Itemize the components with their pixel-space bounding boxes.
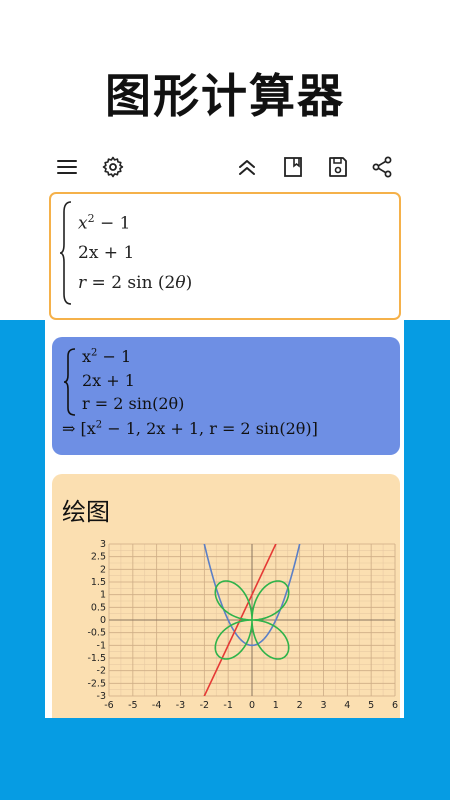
y-tick-label: 0 bbox=[100, 615, 106, 626]
x-tick-label: 3 bbox=[320, 700, 326, 711]
graph-plot[interactable]: 32.521.510.50-0.5-1-1.5-2-2.5-3-6 -5 -4 -3-… bbox=[52, 534, 400, 718]
y-tick-label: 2.5 bbox=[91, 552, 106, 563]
result-card: x2 − 1 2x + 1 r = 2 sin(2θ) ⇒ [x2 − 1, 2… bbox=[52, 337, 400, 455]
x-tick-label: 1 bbox=[273, 700, 279, 711]
gear-icon[interactable] bbox=[101, 155, 125, 179]
input-line-2: 2x + 1 bbox=[78, 243, 135, 263]
plot-card: 绘图 3 2.5 2 1.5 1 0.5 0 -0.5 -1 -1.5 -2 -2.5 -3 -6 -5 -4… bbox=[52, 474, 400, 718]
y-tick-label: 1.5 bbox=[91, 577, 106, 588]
result-line-2: 2x + 1 bbox=[82, 371, 135, 390]
toolbar bbox=[45, 142, 404, 192]
app-screen: x2 − 1 2x + 1 r = 2 sin (2θ) x2 − 1 2x +… bbox=[45, 142, 404, 718]
x-tick-label: 5 bbox=[368, 700, 374, 711]
menu-icon[interactable] bbox=[55, 155, 79, 179]
y-tick-label: 0.5 bbox=[91, 602, 106, 613]
x-tick-label: 4 bbox=[344, 700, 350, 711]
brace-icon bbox=[63, 348, 76, 416]
y-tick-label: -0.5 bbox=[87, 628, 106, 639]
x-tick-label: -3 bbox=[176, 700, 185, 711]
x-tick-label: 0 bbox=[249, 700, 255, 711]
x-tick-label: -6 bbox=[104, 700, 113, 711]
x-tick-label: -1 bbox=[223, 700, 232, 711]
result-line-3: r = 2 sin(2θ) bbox=[82, 394, 185, 413]
y-tick-label: -2 bbox=[97, 666, 106, 677]
input-line-1: x2 − 1 bbox=[78, 212, 131, 234]
promo-title: 图形计算器 bbox=[105, 69, 345, 123]
brace-icon bbox=[59, 201, 72, 305]
y-tick-label: 1 bbox=[100, 590, 106, 601]
input-line-3: r = 2 sin (2θ) bbox=[78, 273, 193, 293]
y-tick-label: 2 bbox=[100, 564, 106, 575]
bookmark-icon[interactable] bbox=[281, 155, 305, 179]
expression-input[interactable]: x2 − 1 2x + 1 r = 2 sin (2θ) bbox=[49, 192, 401, 320]
y-tick-label: -1.5 bbox=[87, 653, 106, 664]
result-implication: ⇒ [x2 − 1, 2x + 1, r = 2 sin(2θ)] bbox=[62, 419, 318, 438]
save-icon[interactable] bbox=[326, 155, 350, 179]
x-tick-label: -2 bbox=[200, 700, 209, 711]
y-tick-label: -2.5 bbox=[87, 678, 106, 689]
x-tick-label: 6 bbox=[392, 700, 398, 711]
result-line-1: x2 − 1 bbox=[82, 347, 132, 366]
x-tick-label: 2 bbox=[297, 700, 303, 711]
y-tick-label: -1 bbox=[97, 640, 106, 651]
y-tick-label: 3 bbox=[100, 539, 106, 550]
plot-title: 绘图 bbox=[62, 498, 110, 526]
x-tick-label: -5 bbox=[128, 700, 137, 711]
share-icon[interactable] bbox=[370, 155, 394, 179]
chevrons-up-icon[interactable] bbox=[235, 155, 259, 179]
x-tick-label: -4 bbox=[152, 700, 161, 711]
